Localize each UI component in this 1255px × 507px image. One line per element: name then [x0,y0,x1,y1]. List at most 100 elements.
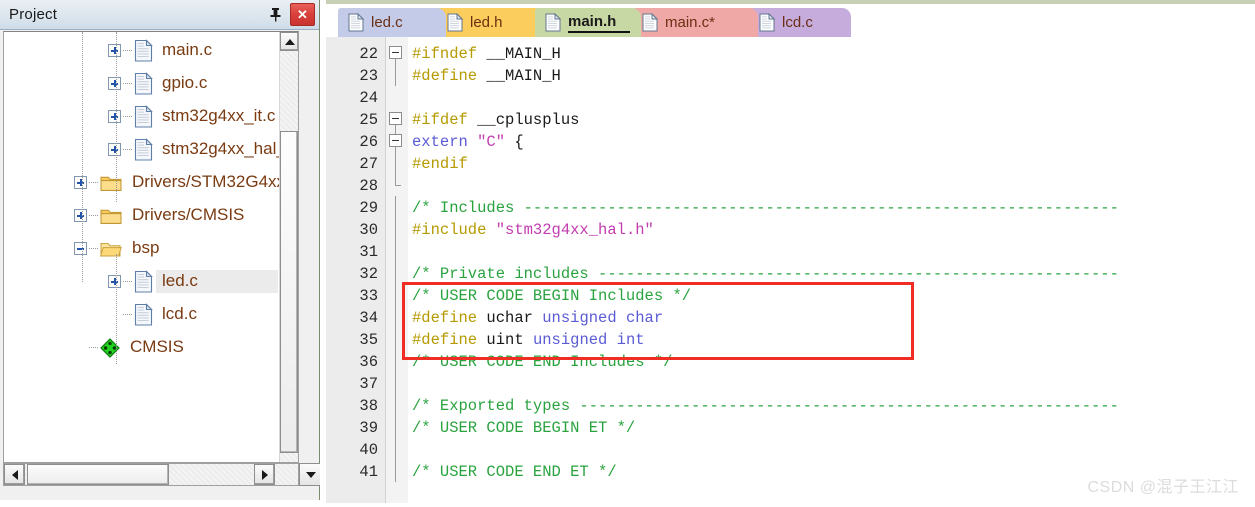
tree-item-label: stm32g4xx_it.c [162,106,276,125]
scroll-left-arrow-icon[interactable] [4,464,25,485]
editor-tab-main-h[interactable]: main.h [535,8,641,37]
tab-file-icon [759,12,776,32]
line-number: 41 [359,463,378,481]
editor-tab-bar[interactable]: led.c led.h main.h main.c* lcd.c [326,4,1255,37]
editor-area: led.c led.h main.h main.c* lcd.c 22 #ifndef _… [326,0,1255,507]
line-number: 33 [359,287,378,305]
code-line-text: #endif [412,155,468,173]
tree-item-main-c[interactable]: main.c [4,34,280,67]
code-line-text: /* USER CODE END Includes */ [412,353,672,371]
watermark-text: CSDN @混子王江江 [1087,479,1239,496]
code-line-text: /* Private includes --------------------… [412,265,1119,283]
code-token: uint [486,331,533,349]
collapse-minus-icon[interactable] [74,242,87,255]
code-token: #define [412,331,487,349]
c-file-icon [134,270,153,293]
tree-item-label: led.c [156,270,278,293]
code-token: extern [412,133,478,151]
scroll-down-arrow-icon[interactable] [299,463,322,486]
fold-collapse-icon[interactable] [389,46,402,59]
line-number: 35 [359,331,378,349]
tree-connector-line [89,247,98,250]
code-token: __MAIN_H [486,45,561,63]
tree-item-stm32g4xx-hal-r[interactable]: stm32g4xx_hal_r [4,133,291,166]
tree-connector-line [89,346,98,349]
code-token: #ifndef [412,45,487,63]
code-line-text: /* Includes ----------------------------… [412,199,1119,217]
fold-guide-line [395,416,396,438]
tree-item-label: main.c [162,40,213,59]
tree-item-lcd-c[interactable]: lcd.c [4,298,280,331]
folder-icon [100,174,122,192]
code-token: #include [412,221,496,239]
tree-item-bsp[interactable]: bsp [4,232,280,265]
tree-connector-line [123,82,132,85]
fold-guide-line [395,306,396,328]
line-number: 27 [359,155,378,173]
fold-collapse-icon[interactable] [389,112,402,125]
line-number: 30 [359,221,378,239]
expand-plus-icon[interactable] [108,110,121,123]
code-line-text: /* USER CODE END ET */ [412,463,617,481]
code-token: /* USER CODE BEGIN ET */ [412,419,636,437]
tree-connector-line [123,313,132,316]
project-panel-buttons: ✕ [265,3,315,26]
editor-tab-lcd-c[interactable]: lcd.c [749,8,851,37]
tab-label: led.c [371,14,403,31]
line-number: 39 [359,419,378,437]
editor-tab-main-c[interactable]: main.c* [632,8,758,37]
code-token: __MAIN_H [486,67,561,85]
c-file-icon [134,303,153,326]
expand-plus-icon[interactable] [74,176,87,189]
code-token: /* Exported types ----------------------… [412,397,1119,415]
tree-item-label: lcd.c [162,304,197,323]
code-token: { [505,133,524,151]
tree-item-drivers-stm32g4xx[interactable]: Drivers/STM32G4xx_ [4,166,294,199]
line-number: 23 [359,67,378,85]
tree-connector-line [123,49,132,52]
code-token: /* USER CODE END ET */ [412,463,617,481]
project-tree[interactable]: main.c gpio.c stm32g4xx_it.c stm32g4xx_hal_… [4,32,294,462]
pin-icon[interactable] [265,4,285,25]
tree-guide-line [116,32,117,202]
editor-tab-led-c[interactable]: led.c [338,8,446,37]
code-token: #define [412,309,487,327]
expand-plus-icon[interactable] [108,143,121,156]
c-file-icon [134,72,153,95]
line-number: 34 [359,309,378,327]
tab-label: main.h [568,13,631,33]
fold-guide-line [395,218,396,240]
code-line-text: #ifndef __MAIN_H [412,45,561,63]
code-token: unsigned int [532,331,645,349]
tree-item-led-c[interactable]: led.c [4,265,280,298]
expand-plus-icon[interactable] [108,77,121,90]
code-token: /* Private includes --------------------… [412,265,1119,283]
expand-plus-icon[interactable] [108,275,121,288]
scroll-right-arrow-icon[interactable] [254,464,275,485]
fold-collapse-icon[interactable] [389,134,402,147]
code-line-text: #define uint unsigned int [412,331,645,349]
tree-item-label: gpio.c [162,73,208,92]
tree-item-drivers-cmsis[interactable]: Drivers/CMSIS [4,199,280,232]
folder-icon [100,207,122,225]
code-token: "stm32g4xx_hal.h" [495,221,654,239]
code-token: /* Includes ----------------------------… [412,199,1119,217]
close-panel-button[interactable]: ✕ [290,3,315,26]
code-token: uchar [486,309,543,327]
tree-item-gpio-c[interactable]: gpio.c [4,67,280,100]
project-tree-horizontal-scrollbar[interactable] [3,463,299,486]
tree-connector-line [89,214,98,217]
project-tree-vertical-scrollbar[interactable] [279,32,298,462]
line-number: 28 [359,177,378,195]
tree-item-stm32g4xx-it-c[interactable]: stm32g4xx_it.c [4,100,280,133]
expand-plus-icon[interactable] [74,209,87,222]
tree-item-cmsis[interactable]: CMSIS [4,331,280,364]
tree-connector-line [123,280,132,283]
vertical-scrollbar-thumb[interactable] [280,131,298,453]
scroll-up-arrow-icon[interactable] [280,32,298,51]
code-folding-column [386,37,408,507]
expand-plus-icon[interactable] [108,44,121,57]
editor-tab-led-h[interactable]: led.h [437,8,544,37]
horizontal-scrollbar-thumb[interactable] [27,464,169,485]
code-view[interactable]: 22 #ifndef __MAIN_H 23 #define __MAIN_H 24 25… [326,37,1255,507]
